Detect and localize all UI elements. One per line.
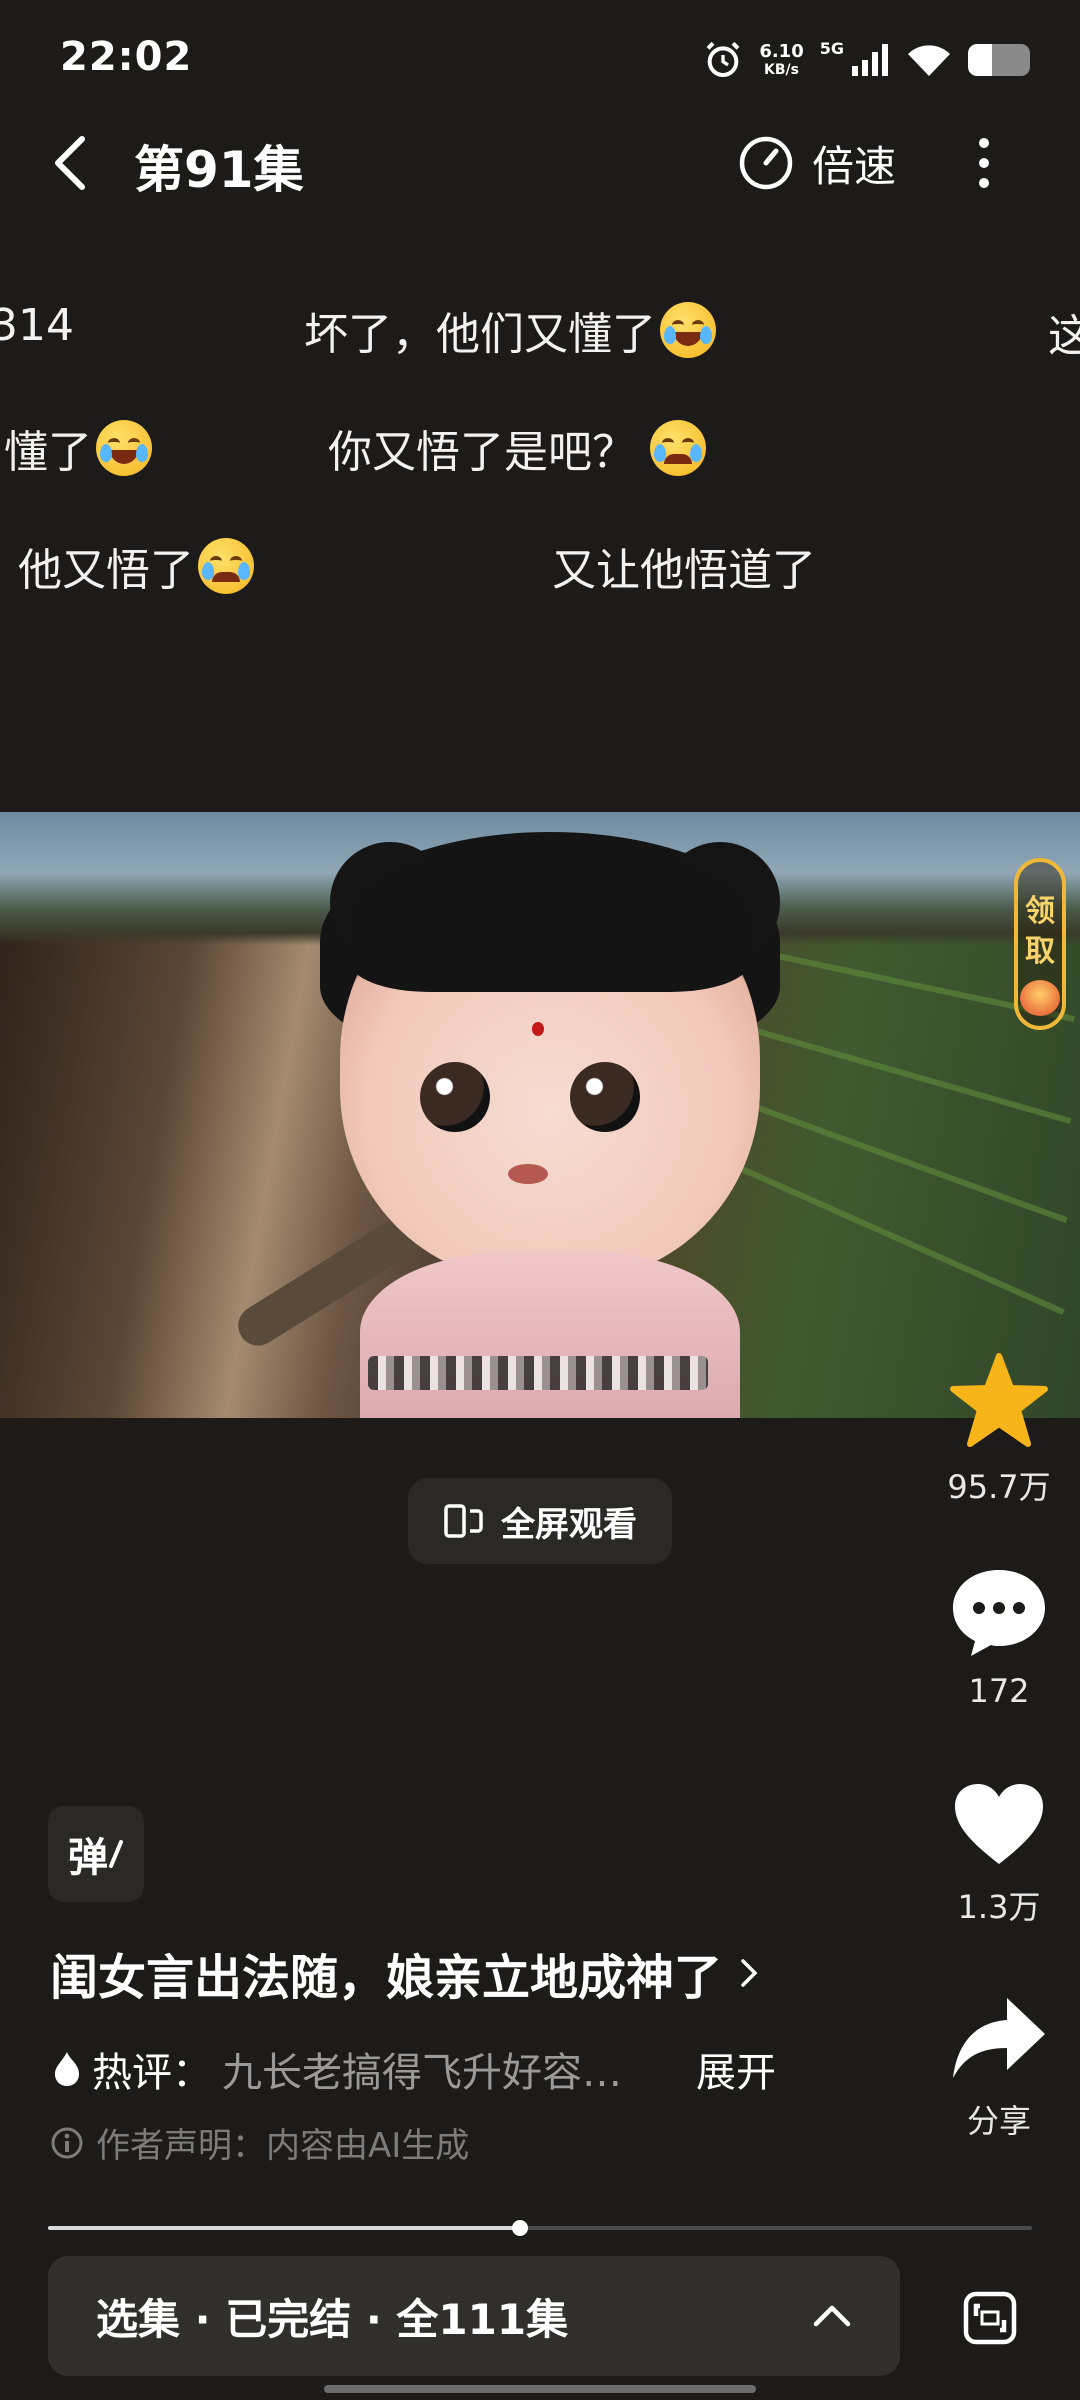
reward-label-1: 领: [1025, 894, 1055, 929]
playback-progress-bar[interactable]: [48, 2220, 1032, 2236]
hot-comment-text: 九长老搞得飞升好容…: [222, 2050, 622, 2096]
rotate-screen-icon: [444, 1504, 483, 1538]
ai-disclaimer: 作者声明：内容由AI生成: [50, 2118, 469, 2167]
danmaku-text: 懂了: [4, 427, 92, 478]
danmaku-text: 314: [0, 300, 74, 351]
floating-window-icon: [963, 2291, 1017, 2345]
network-speed-unit: KB/s: [764, 62, 799, 78]
laugh-cry-emoji-icon: [660, 302, 716, 358]
danmaku-item[interactable]: 314: [0, 300, 74, 351]
red-envelope-icon: [1020, 980, 1060, 1016]
fullscreen-button[interactable]: 全屏观看: [408, 1478, 672, 1564]
like-button[interactable]: 1.3万: [944, 1780, 1054, 1928]
comment-count: 172: [968, 1672, 1030, 1710]
danmaku-item[interactable]: 又让他悟道了: [552, 534, 816, 598]
danmaku-text: 坏了，他们又懂了: [304, 309, 656, 360]
series-title-link[interactable]: 闺女言出法随，娘亲立地成神了: [50, 1938, 758, 2008]
danmaku-text: 这: [1048, 311, 1080, 362]
more-options-button[interactable]: [968, 128, 1000, 198]
comment-bubble-icon: [953, 1570, 1045, 1656]
reward-claim-button[interactable]: 领 取: [1014, 858, 1066, 1030]
picture-in-picture-button[interactable]: [952, 2280, 1028, 2356]
danmaku-item[interactable]: 懂了: [4, 416, 152, 480]
battery-icon: [968, 44, 1030, 76]
pen-icon: [109, 1840, 123, 1868]
home-indicator[interactable]: [324, 2385, 756, 2393]
heart-icon: [955, 1784, 1043, 1864]
progress-knob[interactable]: [512, 2220, 529, 2236]
episode-title: 第91集: [134, 141, 304, 199]
comment-button[interactable]: 172: [944, 1566, 1054, 1710]
playback-speed-button[interactable]: 倍速: [738, 128, 896, 198]
signal-icon: [852, 44, 888, 76]
back-button[interactable]: [52, 126, 112, 200]
star-icon: [950, 1353, 1048, 1447]
danmaku-item[interactable]: 坏了，他们又懂了: [304, 298, 716, 362]
progress-fill: [48, 2226, 521, 2230]
expand-button[interactable]: 展开: [696, 2040, 776, 2098]
video-subtitle: [368, 1356, 708, 1390]
wifi-icon: [908, 45, 950, 76]
chevron-left-icon: [55, 136, 85, 190]
reward-label-2: 取: [1025, 934, 1055, 969]
chevron-up-icon: [813, 2305, 851, 2327]
crying-emoji-icon: [198, 538, 254, 594]
crying-emoji-icon: [650, 420, 706, 476]
flame-icon: [55, 2052, 79, 2086]
alarm-icon: [706, 41, 740, 77]
danmaku-text: 又让他悟道了: [552, 545, 816, 596]
danmaku-item[interactable]: 你又悟了是吧？: [328, 416, 706, 480]
ai-disclaimer-text: 作者声明：内容由AI生成: [96, 2126, 470, 2166]
danmaku-item[interactable]: 他又悟了: [18, 534, 254, 598]
hot-comment[interactable]: 热评： 九长老搞得飞升好容…: [52, 2040, 622, 2098]
hot-comment-label: 热评：: [92, 2050, 212, 2096]
danmaku-toggle-button[interactable]: 弹: [48, 1806, 144, 1902]
episode-selector[interactable]: 选集 · 已完结 · 全111集: [48, 2256, 900, 2376]
danmaku-text: 他又悟了: [18, 545, 194, 596]
signal-label: 5G: [819, 38, 844, 58]
playback-speed-label: 倍速: [812, 141, 897, 191]
network-speed-value: 6.10: [759, 41, 804, 62]
video-player[interactable]: [0, 812, 1080, 1418]
favorite-button[interactable]: 95.7万: [944, 1352, 1054, 1508]
series-title: 闺女言出法随，娘亲立地成神了: [50, 1950, 723, 2006]
status-time: 22:02: [60, 34, 193, 80]
danmaku-item[interactable]: 这: [1048, 300, 1080, 364]
like-count: 1.3万: [957, 1888, 1041, 1926]
danmaku-text: 你又悟了是吧？: [328, 427, 636, 478]
favorite-count: 95.7万: [947, 1468, 1051, 1506]
episode-selector-label: 选集 · 已完结 · 全111集: [96, 2294, 569, 2344]
chevron-right-icon: [741, 1959, 758, 1987]
network-speed: 6.10 KB/s: [759, 41, 804, 78]
speed-icon: [739, 136, 793, 190]
info-icon: [51, 2127, 83, 2158]
share-label: 分享: [966, 2102, 1031, 2140]
share-button[interactable]: 分享: [944, 1994, 1054, 2142]
share-arrow-icon: [953, 1998, 1045, 2078]
fullscreen-label: 全屏观看: [501, 1504, 637, 1545]
danmaku-toggle-label: 弹: [68, 1835, 108, 1881]
more-dots-icon: [979, 138, 989, 148]
laugh-cry-emoji-icon: [96, 420, 152, 476]
status-icons: 6.10 KB/s 5G: [703, 30, 1030, 90]
